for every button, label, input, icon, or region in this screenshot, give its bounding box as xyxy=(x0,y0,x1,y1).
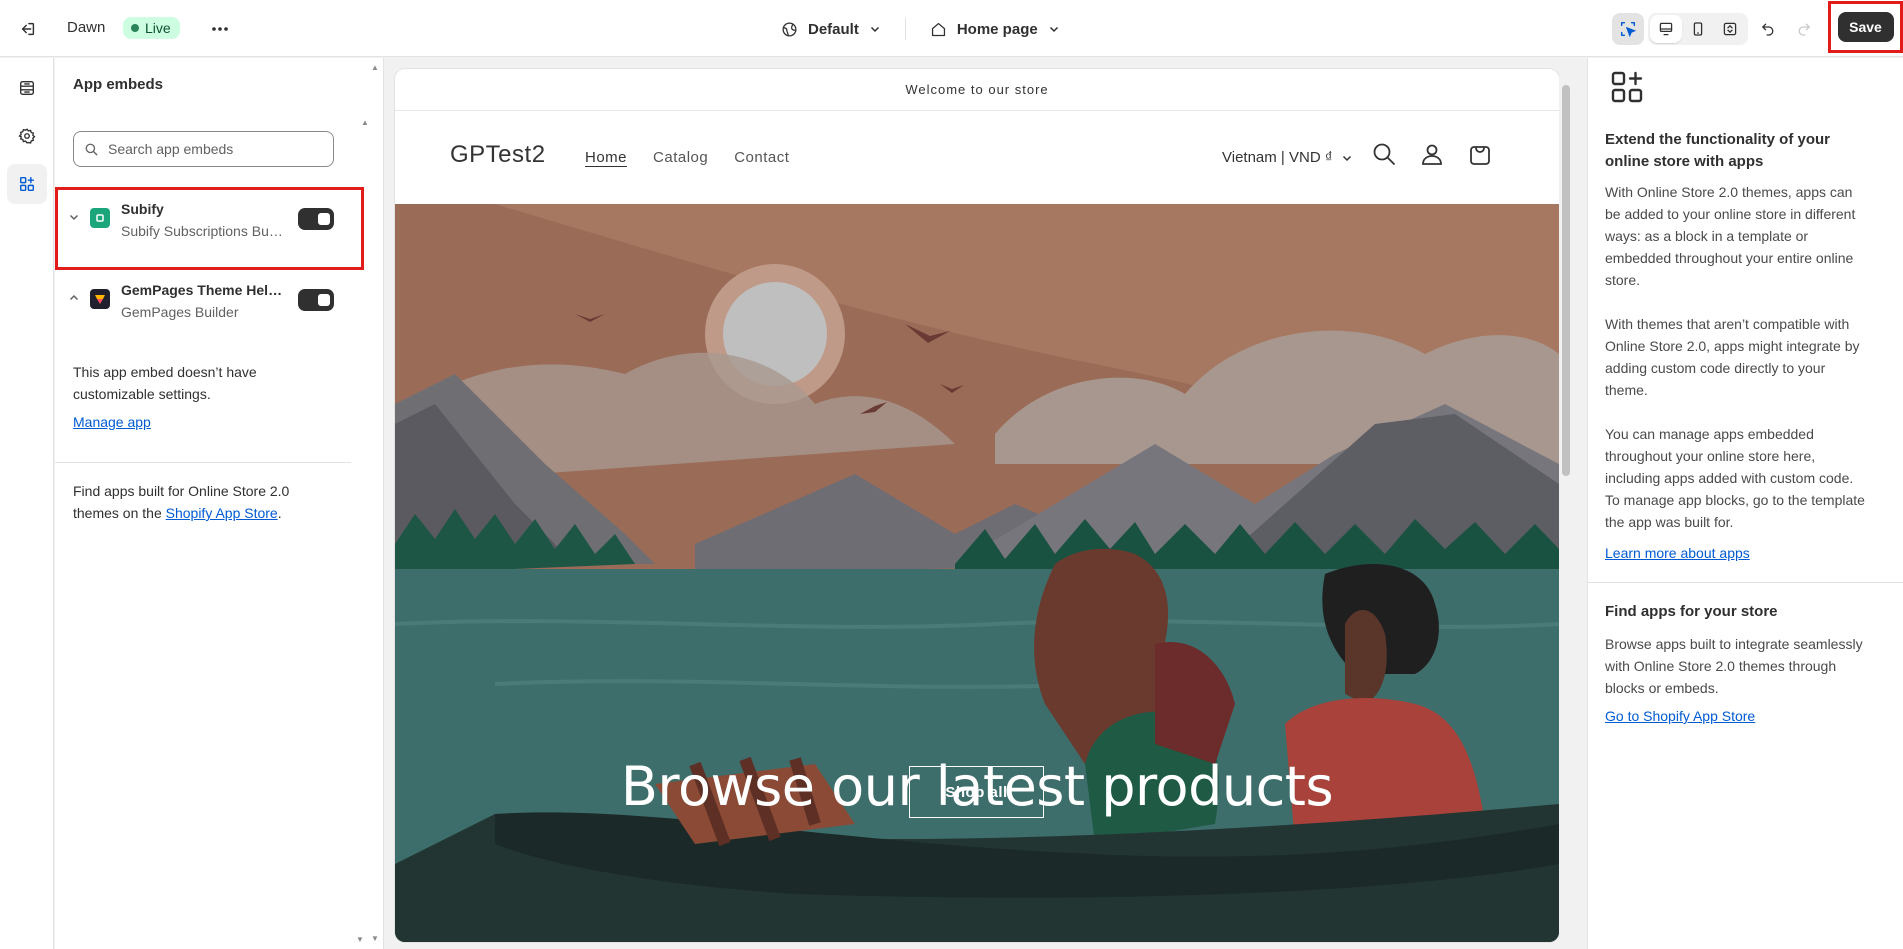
page-dropdown[interactable]: Home page xyxy=(924,21,1066,38)
more-actions-button[interactable] xyxy=(206,17,234,41)
live-label: Live xyxy=(145,20,171,36)
store-header: GPTest2 Home Catalog Contact Vietnam | V… xyxy=(395,111,1559,204)
undo-icon xyxy=(1761,23,1774,36)
locale-dropdown[interactable]: Default xyxy=(775,21,887,38)
user-icon[interactable] xyxy=(1419,141,1445,167)
find-apps-paragraph: Browse apps built to integrate seamlessl… xyxy=(1605,636,1863,696)
manage-app-link-wrap: Manage app xyxy=(73,411,333,433)
toolbar-right xyxy=(1612,13,1820,45)
gempages-embed-toggle[interactable] xyxy=(298,289,334,311)
live-dot xyxy=(131,24,139,32)
panel-paragraph-3: You can manage apps embedded throughout … xyxy=(1605,426,1865,530)
scroll-down-arrow[interactable]: ▼ xyxy=(356,935,364,944)
chevron-down-icon xyxy=(1342,155,1351,161)
select-icon xyxy=(1620,21,1637,38)
find-apps-text-end: . xyxy=(277,505,282,521)
undo-button[interactable] xyxy=(1752,13,1784,45)
app-embeds-icon xyxy=(19,176,35,192)
store-preview-frame[interactable]: Welcome to our store GPTest2 Home Catalo… xyxy=(395,69,1559,942)
find-apps-heading: Find apps for your store xyxy=(1605,603,1778,620)
save-highlight: Save xyxy=(1828,1,1903,53)
exit-button[interactable] xyxy=(16,17,40,41)
page-selector-group: Default Home page xyxy=(775,16,1066,42)
store-nav: Home Catalog Contact xyxy=(585,149,789,166)
fullscreen-view-button[interactable] xyxy=(1714,15,1746,43)
info-panel: Extend the functionality of your online … xyxy=(1587,58,1903,949)
nav-home[interactable]: Home xyxy=(585,149,627,166)
search-app-embeds-field[interactable] xyxy=(73,131,334,167)
manage-app-link[interactable]: Manage app xyxy=(73,414,151,430)
shopify-app-store-link[interactable]: Shopify App Store xyxy=(166,505,278,521)
embed-item-gempages[interactable]: GemPages Theme Helper GemPages Builder xyxy=(55,269,351,331)
divider xyxy=(904,18,906,40)
search-input[interactable] xyxy=(108,141,308,157)
scroll-up-arrow[interactable]: ▲ xyxy=(361,118,373,127)
announcement-bar: Welcome to our store xyxy=(395,69,1559,111)
embed-name: GemPages Theme Helper xyxy=(121,282,286,298)
live-badge: Live xyxy=(123,17,180,39)
divider xyxy=(55,462,351,463)
app-embeds-nav-button[interactable] xyxy=(7,164,47,204)
embed-subtitle: GemPages Builder xyxy=(121,304,239,320)
left-rail xyxy=(0,58,54,949)
globe-icon xyxy=(782,21,797,37)
nav-catalog[interactable]: Catalog xyxy=(653,149,708,166)
chevron-up-icon xyxy=(69,294,79,301)
page-dropdown-label: Home page xyxy=(956,20,1038,38)
sections-icon xyxy=(20,81,34,95)
collapse-toggle[interactable] xyxy=(67,291,81,305)
theme-name: Dawn xyxy=(67,19,106,36)
inspector-toggle-button[interactable] xyxy=(1612,13,1644,45)
scroll-up-arrow[interactable]: ▲ xyxy=(371,63,379,72)
country-selector-label: Vietnam | VND ₫ xyxy=(1222,149,1333,166)
sidebar-title: App embeds xyxy=(73,76,164,93)
hero-illustration xyxy=(395,204,1559,942)
redo-button[interactable] xyxy=(1788,13,1820,45)
find-apps-text: Find apps built for Online Store 2.0 the… xyxy=(73,480,333,524)
exit-icon xyxy=(21,22,35,36)
gempages-app-icon xyxy=(90,289,110,309)
go-to-app-store-link[interactable]: Go to Shopify App Store xyxy=(1605,708,1755,724)
search-icon[interactable] xyxy=(1371,141,1397,167)
shop-all-button[interactable]: Shop all xyxy=(909,766,1044,818)
panel-heading: Extend the functionality of your online … xyxy=(1605,131,1831,170)
hero-banner[interactable]: Browse our latest products Shop all xyxy=(395,204,1559,942)
subify-highlight-box xyxy=(55,187,364,270)
cart-icon[interactable] xyxy=(1467,141,1493,167)
learn-more-link[interactable]: Learn more about apps xyxy=(1605,545,1750,561)
redo-icon xyxy=(1798,23,1811,36)
chevron-down-icon xyxy=(870,26,879,33)
apps-add-icon xyxy=(1611,71,1643,103)
header-icons xyxy=(1371,141,1493,167)
viewport-toggle-group xyxy=(1648,13,1748,45)
mobile-view-button[interactable] xyxy=(1682,15,1714,43)
store-logo[interactable]: GPTest2 xyxy=(450,141,546,169)
save-button[interactable]: Save xyxy=(1837,12,1894,42)
fullscreen-icon xyxy=(1723,22,1737,36)
search-icon xyxy=(85,143,98,155)
nav-contact[interactable]: Contact xyxy=(734,149,789,166)
theme-settings-nav-button[interactable] xyxy=(7,116,47,156)
top-bar: Dawn Live Default Home page Save xyxy=(0,0,1903,57)
country-selector[interactable]: Vietnam | VND ₫ xyxy=(1222,149,1353,166)
no-settings-text: This app embed doesn’t have customizable… xyxy=(73,364,257,402)
desktop-view-button[interactable] xyxy=(1650,15,1682,43)
scroll-down-arrow[interactable]: ▼ xyxy=(371,934,379,943)
preview-scrollbar[interactable] xyxy=(1559,69,1573,942)
locale-dropdown-label: Default xyxy=(808,20,859,38)
preview-scrollbar-thumb[interactable] xyxy=(1562,85,1570,476)
sections-nav-button[interactable] xyxy=(7,68,47,108)
panel-paragraph-2: With themes that aren’t compatible with … xyxy=(1605,316,1860,398)
desktop-icon xyxy=(1659,22,1673,36)
chevron-down-icon xyxy=(1049,26,1058,33)
home-icon xyxy=(931,22,945,36)
panel-paragraph-1: With Online Store 2.0 themes, apps can b… xyxy=(1605,184,1856,288)
divider xyxy=(1588,582,1903,583)
settings-icon xyxy=(18,128,36,144)
more-icon xyxy=(212,27,228,31)
mobile-icon xyxy=(1693,22,1703,36)
